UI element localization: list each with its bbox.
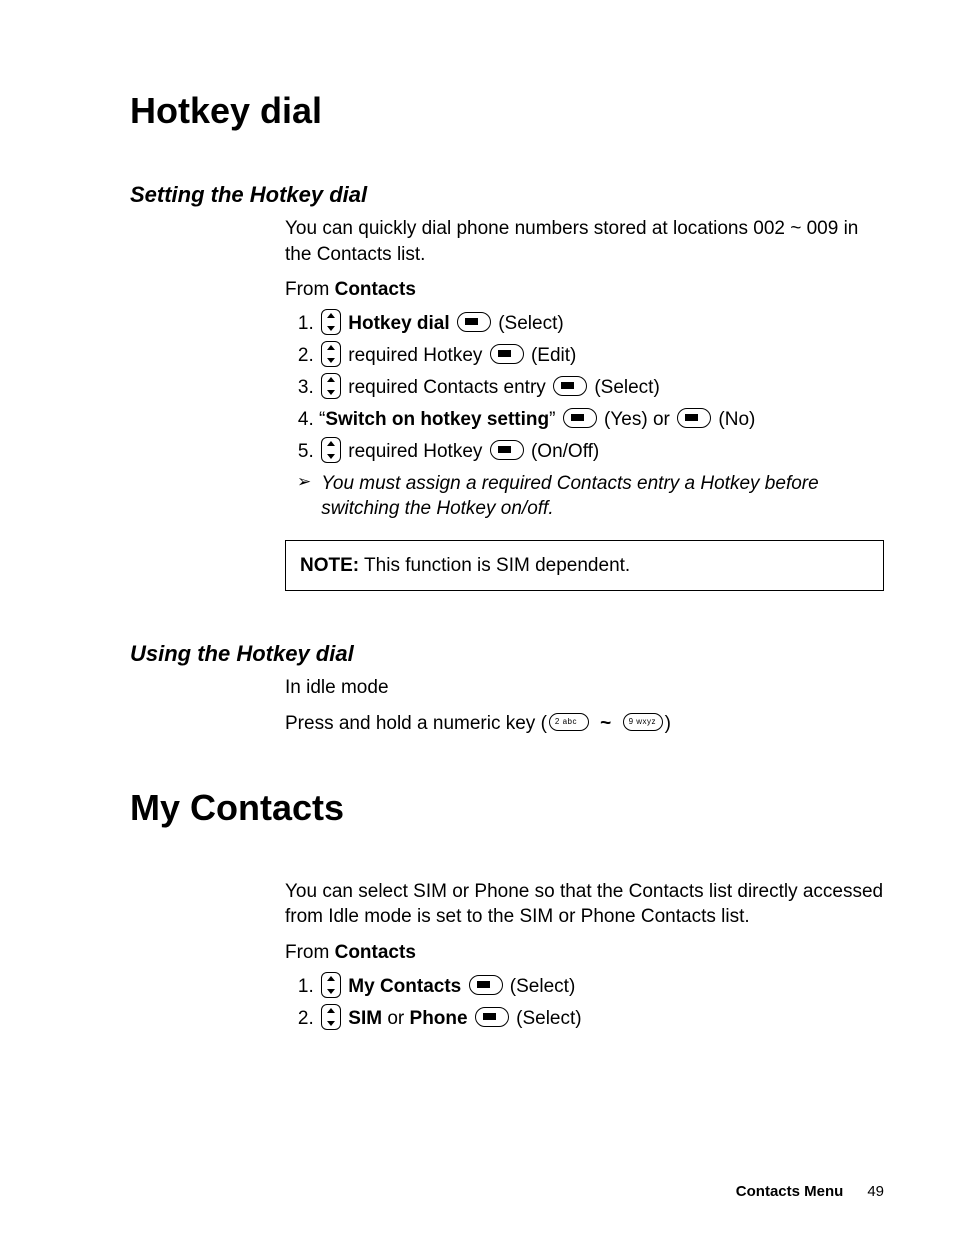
mc-step-1: My Contacts (Select) xyxy=(319,974,884,1000)
side-key-icon xyxy=(490,344,524,364)
note-text: This function is SIM dependent. xyxy=(359,555,630,576)
using-body: In idle mode Press and hold a numeric ke… xyxy=(285,675,884,736)
side-key-icon xyxy=(490,440,524,460)
mc-s2-or: or xyxy=(382,1008,409,1029)
tilde: ~ xyxy=(595,713,617,734)
step2-action: (Edit) xyxy=(526,345,577,366)
note-label: NOTE: xyxy=(300,555,359,576)
side-key-icon xyxy=(469,975,503,995)
scroll-key-icon xyxy=(321,373,341,399)
using-line2-pre: Press and hold a numeric key ( xyxy=(285,713,547,734)
side-key-icon xyxy=(563,408,597,428)
from-prefix: From xyxy=(285,942,335,963)
heading-my-contacts: My Contacts xyxy=(130,787,884,829)
using-line2-post: ) xyxy=(665,713,671,734)
step-3: required Contacts entry (Select) xyxy=(319,375,884,401)
using-line2: Press and hold a numeric key (2 abc ~ 9 … xyxy=(285,711,884,737)
mycontacts-from: From Contacts xyxy=(285,940,884,966)
side-key-icon xyxy=(677,408,711,428)
step3-text: required Contacts entry xyxy=(343,377,551,398)
step-2: required Hotkey (Edit) xyxy=(319,343,884,369)
mc-s2-bold2: Phone xyxy=(410,1008,468,1029)
mc-s1-bold: My Contacts xyxy=(348,976,461,997)
setting-steps: Hotkey dial (Select) required Hotkey (Ed… xyxy=(285,311,884,465)
mc-step-2: SIM or Phone (Select) xyxy=(319,1006,884,1032)
tip-arrow-icon: ➢ xyxy=(297,471,311,493)
step-4: “Switch on hotkey setting” (Yes) or (No) xyxy=(319,407,884,433)
side-key-icon xyxy=(457,312,491,332)
setting-body: You can quickly dial phone numbers store… xyxy=(285,216,884,591)
from-bold: Contacts xyxy=(335,279,416,300)
using-line1: In idle mode xyxy=(285,675,884,701)
side-key-icon xyxy=(553,376,587,396)
side-key-icon xyxy=(475,1007,509,1027)
mc-s2-bold1: SIM xyxy=(348,1008,382,1029)
step4-yes: (Yes) or xyxy=(599,409,675,430)
mycontacts-body: You can select SIM or Phone so that the … xyxy=(285,879,884,1032)
step5-action: (On/Off) xyxy=(526,441,600,462)
manual-page: Hotkey dial Setting the Hotkey dial You … xyxy=(0,0,954,1240)
subheading-using: Using the Hotkey dial xyxy=(130,641,884,667)
from-prefix: From xyxy=(285,279,335,300)
mycontacts-intro: You can select SIM or Phone so that the … xyxy=(285,879,884,930)
step-5: required Hotkey (On/Off) xyxy=(319,439,884,465)
step5-text: required Hotkey xyxy=(343,441,488,462)
step1-bold: Hotkey dial xyxy=(348,313,449,334)
key-9wxyz-icon: 9 wxyz xyxy=(623,713,663,731)
scroll-key-icon xyxy=(321,972,341,998)
step4-bold: Switch on hotkey setting xyxy=(325,409,549,430)
mycontacts-steps: My Contacts (Select) SIM or Phone (Selec… xyxy=(285,974,884,1032)
setting-intro: You can quickly dial phone numbers store… xyxy=(285,216,884,267)
note-box: NOTE: This function is SIM dependent. xyxy=(285,540,884,592)
scroll-key-icon xyxy=(321,309,341,335)
tip: ➢ You must assign a required Contacts en… xyxy=(297,471,884,522)
mc-s1-action: (Select) xyxy=(505,976,576,997)
setting-from: From Contacts xyxy=(285,277,884,303)
heading-hotkey-dial: Hotkey dial xyxy=(130,90,884,132)
key-2abc-icon: 2 abc xyxy=(549,713,589,731)
step-1: Hotkey dial (Select) xyxy=(319,311,884,337)
footer-label: Contacts Menu xyxy=(736,1183,844,1200)
page-footer: Contacts Menu 49 xyxy=(736,1183,884,1200)
scroll-key-icon xyxy=(321,341,341,367)
subheading-setting: Setting the Hotkey dial xyxy=(130,182,884,208)
mc-s2-action: (Select) xyxy=(511,1008,582,1029)
scroll-key-icon xyxy=(321,1004,341,1030)
step1-action: (Select) xyxy=(493,313,564,334)
step4-quote-close: ” xyxy=(549,409,561,430)
step2-text: required Hotkey xyxy=(343,345,488,366)
tip-text: You must assign a required Contacts entr… xyxy=(321,471,884,522)
from-bold: Contacts xyxy=(335,942,416,963)
step3-action: (Select) xyxy=(589,377,660,398)
scroll-key-icon xyxy=(321,437,341,463)
step4-no: (No) xyxy=(713,409,755,430)
footer-page: 49 xyxy=(867,1183,884,1200)
